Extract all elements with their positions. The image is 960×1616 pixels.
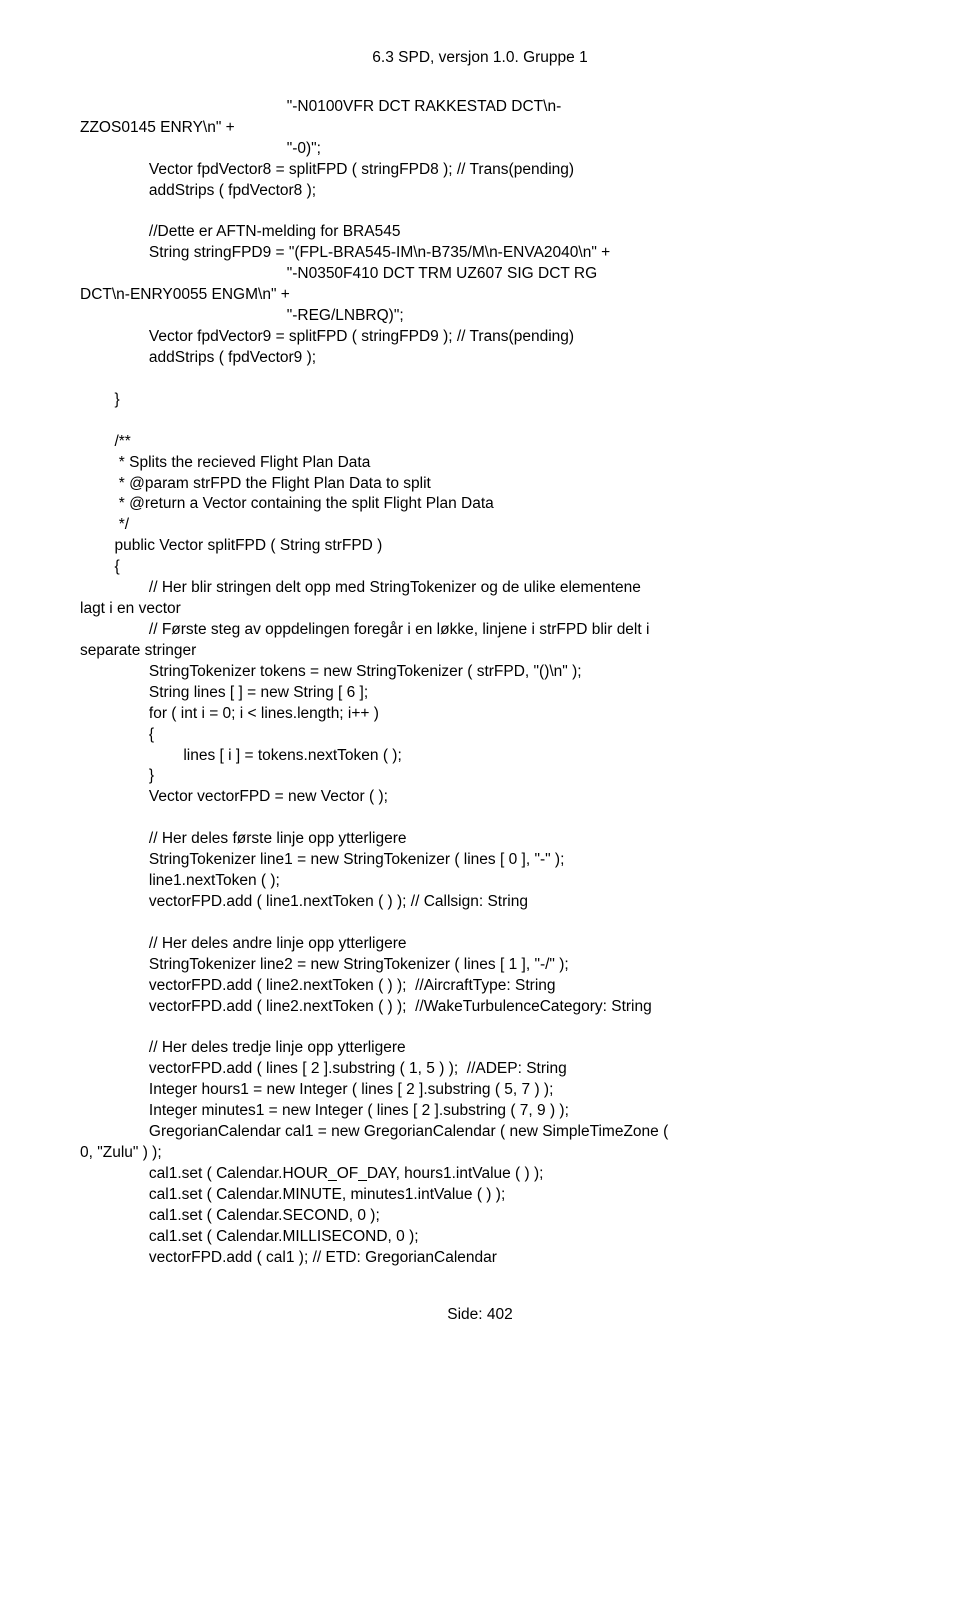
document-page: 6.3 SPD, versjon 1.0. Gruppe 1 "-N0100VF…: [0, 0, 960, 1365]
page-header: 6.3 SPD, versjon 1.0. Gruppe 1: [80, 48, 880, 69]
code-content: "-N0100VFR DCT RAKKESTAD DCT\n- ZZOS0145…: [80, 97, 880, 1269]
page-footer: Side: 402: [80, 1305, 880, 1326]
